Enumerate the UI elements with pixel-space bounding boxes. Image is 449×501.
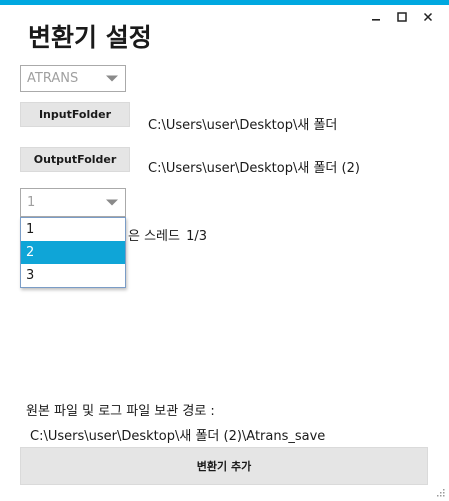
input-folder-path: C:\Users\user\Desktop\새 폴더 xyxy=(148,118,338,133)
input-folder-button[interactable]: InputFolder xyxy=(20,102,130,127)
page-title: 변환기 설정 xyxy=(28,23,152,52)
maximize-button[interactable] xyxy=(389,6,415,28)
thread-label-text: 은 스레드 xyxy=(128,229,180,244)
maximize-icon xyxy=(397,12,407,22)
minimize-icon xyxy=(372,19,380,21)
thread-status-label: 은 스레드 1/3 xyxy=(128,225,207,244)
resize-grip-icon[interactable] xyxy=(435,487,445,497)
window-accent-bar xyxy=(0,0,449,5)
format-select[interactable]: ATRANS xyxy=(20,65,126,92)
thread-count: 1/3 xyxy=(186,229,208,244)
minimize-button[interactable] xyxy=(363,6,389,28)
chevron-down-icon xyxy=(106,75,118,81)
close-button[interactable] xyxy=(415,6,441,28)
thread-option-highlighted[interactable]: 2 xyxy=(21,241,125,264)
close-icon xyxy=(423,12,433,22)
format-select-value: ATRANS xyxy=(27,71,79,86)
window-controls xyxy=(363,6,441,28)
add-converter-button[interactable]: 변환기 추가 xyxy=(20,447,428,485)
thread-select[interactable]: 1 xyxy=(20,188,126,217)
chevron-down-icon xyxy=(106,199,118,205)
output-folder-path: C:\Users\user\Desktop\새 폴더 (2) xyxy=(148,161,360,176)
thread-select-value: 1 xyxy=(27,195,36,210)
save-path-label: 원본 파일 및 로그 파일 보관 경로 : xyxy=(26,404,215,419)
thread-option[interactable]: 1 xyxy=(21,218,125,241)
thread-option[interactable]: 3 xyxy=(21,264,125,287)
settings-window: 변환기 설정 ATRANS InputFolder C:\Users\user\… xyxy=(0,0,449,501)
output-folder-button[interactable]: OutputFolder xyxy=(20,147,130,172)
thread-dropdown-list: 1 2 3 xyxy=(20,217,126,288)
save-path-value: C:\Users\user\Desktop\새 폴더 (2)\Atrans_sa… xyxy=(30,429,326,444)
